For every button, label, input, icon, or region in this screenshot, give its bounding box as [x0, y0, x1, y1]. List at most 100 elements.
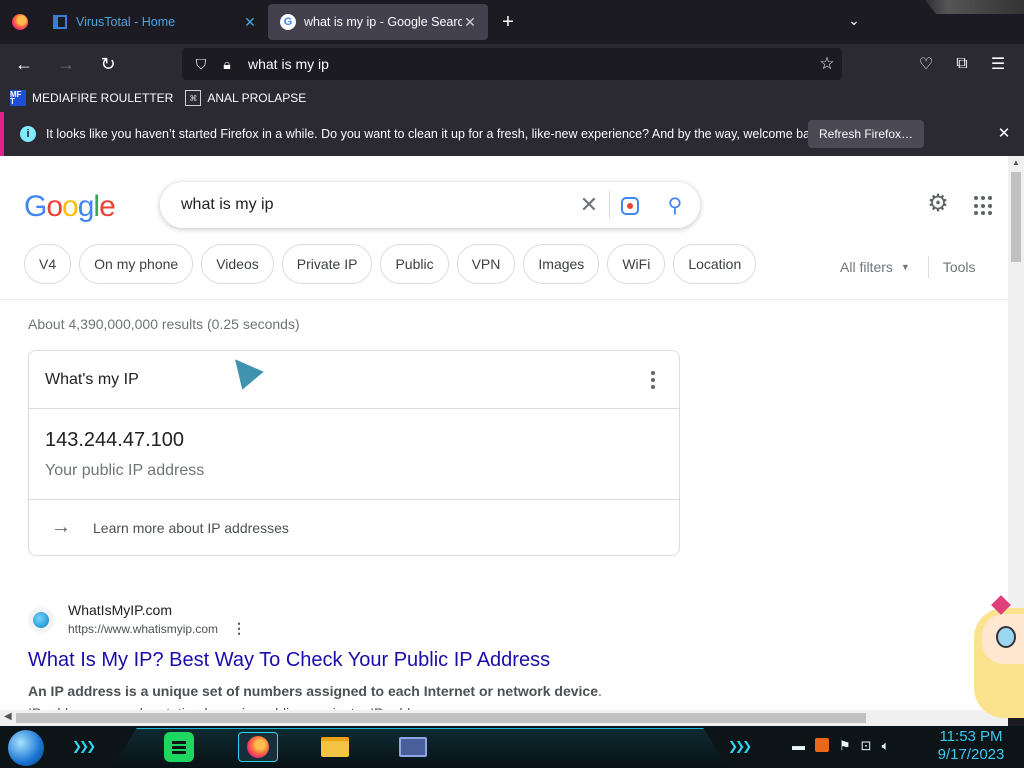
filters-bar: All filters ▼ Tools [840, 256, 976, 278]
result-title-link[interactable]: What Is My IP? Best Way To Check Your Pu… [28, 649, 608, 672]
tray-app-icon[interactable] [815, 738, 829, 752]
search-result: WhatIsMyIP.com https://www.whatismyip.co… [28, 602, 608, 710]
forward-button[interactable]: → [48, 48, 84, 80]
tab-title: what is my ip - Google Search [304, 15, 462, 29]
header-divider [0, 299, 1008, 300]
chip-public[interactable]: Public [380, 244, 449, 284]
chip-location[interactable]: Location [673, 244, 757, 284]
google-lens-icon[interactable] [610, 195, 650, 216]
settings-gear-icon[interactable]: ⚙ [926, 192, 950, 216]
chip-images[interactable]: Images [523, 244, 600, 284]
app-window-icon[interactable] [398, 732, 428, 762]
tab-title: VirusTotal - Home [76, 15, 176, 29]
info-icon: i [20, 126, 36, 142]
more-options-icon[interactable] [651, 371, 655, 389]
scrollbar-thumb[interactable] [16, 713, 866, 723]
google-icon: G [280, 14, 296, 30]
extensions-icon[interactable]: ⧉ [944, 48, 980, 80]
file-explorer-icon[interactable] [320, 732, 350, 762]
lock-icon[interactable]: 🔒︎ [214, 56, 240, 73]
reload-button[interactable]: ↻ [90, 48, 126, 80]
mediafire-icon: MF T [10, 90, 26, 106]
hamburger-menu-icon[interactable]: ☰ [980, 48, 1016, 80]
tools-button[interactable]: Tools [943, 259, 976, 275]
site-name: WhatIsMyIP.com [68, 602, 172, 618]
result-snippet: An IP address is a unique set of numbers… [28, 683, 602, 710]
start-orb-icon[interactable] [8, 730, 44, 766]
network-icon[interactable]: ⊡ [861, 738, 872, 754]
system-tray: ▬ ⚑ ⊡ 🔈︎ [792, 738, 889, 754]
firefox-menu-icon[interactable] [0, 0, 40, 44]
all-filters-button[interactable]: All filters [840, 259, 893, 275]
ip-answer-card: What's my IP 143.244.47.100 Your public … [28, 350, 680, 556]
arrow-right-icon: → [51, 516, 71, 538]
decor-chevrons: ❯❯❯ [72, 739, 96, 753]
close-notification-icon[interactable]: ✕ [994, 124, 1014, 142]
bookmark-label: ANAL PROLAPSE [207, 91, 307, 105]
result-menu-icon[interactable]: ⋮ [232, 620, 246, 636]
bookmark-star-icon[interactable]: ☆ [812, 54, 842, 74]
refresh-firefox-button[interactable]: Refresh Firefox… [808, 120, 925, 148]
horizontal-scrollbar[interactable]: ◀ [0, 710, 1008, 726]
close-tab-icon[interactable]: ✕ [242, 14, 258, 31]
dropdown-caret-icon[interactable]: ▼ [901, 262, 910, 272]
bookmarks-toolbar: MF T MEDIAFIRE ROULETTER ⌘ ANAL PROLAPSE [0, 84, 1024, 112]
pocket-icon[interactable]: ♡ [908, 48, 944, 80]
back-button[interactable]: ← [6, 48, 42, 80]
site-favicon-icon [28, 606, 54, 633]
virustotal-icon [52, 14, 68, 30]
notification-message: It looks like you haven’t started Firefo… [46, 127, 827, 141]
ip-card-header: What's my IP [29, 351, 679, 409]
navigation-toolbar: ← → ↻ ⛉ 🔒︎ what is my ip ☆ ♡ ⧉ ☰ [0, 44, 1024, 84]
bookmark-label: MEDIAFIRE ROULETTER [32, 91, 174, 105]
scroll-left-icon[interactable]: ◀ [4, 711, 12, 722]
bookmark-second[interactable]: ⌘ ANAL PROLAPSE [185, 90, 306, 106]
divider [927, 256, 929, 278]
list-all-tabs-chevron-icon[interactable]: ⌄ [842, 12, 866, 29]
shield-icon[interactable]: ⛉ [188, 56, 214, 73]
close-tab-icon[interactable]: ✕ [462, 14, 478, 31]
google-apps-icon[interactable] [974, 196, 994, 216]
tray-expand-icon[interactable]: ▬ [792, 738, 805, 754]
scroll-up-icon[interactable]: ▲ [1012, 158, 1020, 167]
search-icon[interactable]: ⚲ [650, 193, 700, 218]
google-results-page: Google what is my ip ✕ ⚲ ⚙ V4 On my phon… [0, 156, 1008, 710]
desktop-character-sticker [968, 595, 1024, 720]
tab-google-search[interactable]: G what is my ip - Google Search ✕ [268, 4, 488, 40]
bookmark-mediafire[interactable]: MF T MEDIAFIRE ROULETTER [10, 90, 173, 106]
bookmark-site-icon: ⌘ [185, 90, 202, 106]
chip-private-ip[interactable]: Private IP [281, 244, 373, 284]
chip-on-my-phone[interactable]: On my phone [79, 244, 194, 284]
chip-vpn[interactable]: VPN [456, 244, 516, 284]
volume-icon[interactable]: 🔈︎ [882, 738, 890, 754]
clear-search-icon[interactable]: ✕ [569, 192, 609, 218]
clock[interactable]: 11:53 PM 9/17/2023 [930, 728, 1012, 764]
clock-date: 9/17/2023 [937, 746, 1005, 763]
url-text[interactable]: what is my ip [248, 56, 812, 72]
address-bar[interactable]: ⛉ 🔒︎ what is my ip ☆ [182, 48, 842, 80]
action-center-flag-icon[interactable]: ⚑ [839, 738, 851, 754]
theme-decoration [925, 0, 1024, 14]
spotify-icon[interactable] [164, 732, 194, 762]
google-logo[interactable]: Google [24, 190, 116, 224]
result-site-info[interactable]: WhatIsMyIP.com https://www.whatismyip.co… [28, 602, 608, 637]
site-url: https://www.whatismyip.com ⋮ [68, 620, 247, 636]
ip-address-value: 143.244.47.100 [45, 429, 185, 451]
search-box[interactable]: what is my ip ✕ ⚲ [160, 182, 700, 228]
firefox-taskbar-icon[interactable] [238, 732, 278, 762]
chip-wifi[interactable]: WiFi [607, 244, 666, 284]
result-stats: About 4,390,000,000 results (0.25 second… [28, 316, 300, 332]
learn-more-link[interactable]: → Learn more about IP addresses [29, 499, 679, 555]
learn-more-label: Learn more about IP addresses [93, 519, 289, 536]
chip-videos[interactable]: Videos [201, 244, 274, 284]
taskbar: ❯❯❯ ❯❯❯ ▬ ⚑ ⊡ 🔈︎ 11:53 PM 9/17/2023 [0, 726, 1024, 768]
tab-virustotal[interactable]: VirusTotal - Home ✕ [40, 4, 268, 40]
search-input[interactable]: what is my ip [181, 196, 569, 214]
chip-v4[interactable]: V4 [24, 244, 72, 284]
refresh-firefox-notification: i It looks like you haven’t started Fire… [0, 112, 1024, 156]
clock-time: 11:53 PM [939, 728, 1003, 745]
decor-chevrons: ❯❯❯ [728, 739, 752, 753]
search-chips: V4 On my phone Videos Private IP Public … [24, 244, 764, 284]
new-tab-button[interactable]: + [488, 11, 528, 34]
scrollbar-thumb[interactable] [1011, 172, 1021, 262]
